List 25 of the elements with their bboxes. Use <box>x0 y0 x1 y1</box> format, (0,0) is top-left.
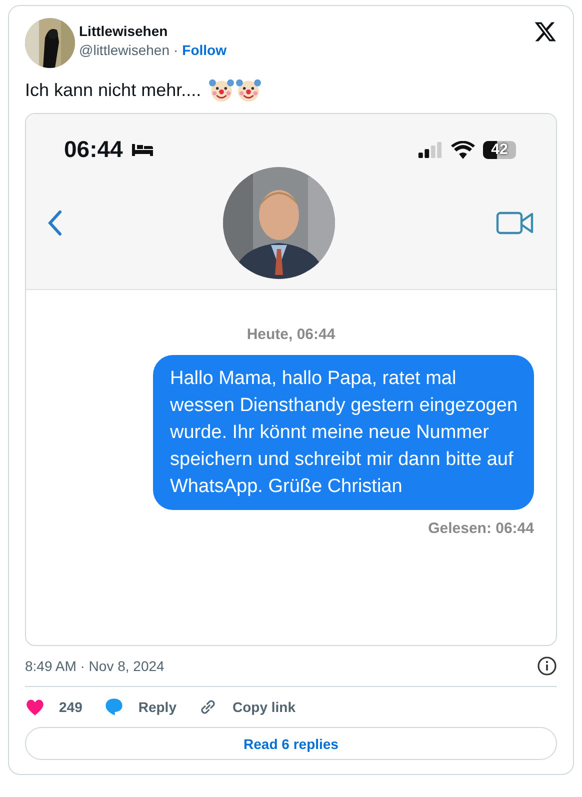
status-time: 06:44 <box>64 136 123 163</box>
read-replies-button[interactable]: Read 6 replies <box>25 727 557 760</box>
author-handle[interactable]: @littlewisehen <box>79 42 170 58</box>
message-date: Heute, 06:44 <box>246 326 336 343</box>
x-logo-icon[interactable] <box>534 20 557 43</box>
tweet-text: Ich kann nicht mehr.... <box>25 80 202 101</box>
wifi-icon <box>451 140 475 158</box>
clown-face-icon <box>209 78 234 103</box>
like-label[interactable]: 249 <box>59 699 82 715</box>
separator: · <box>173 42 178 58</box>
heart-icon[interactable] <box>25 697 45 717</box>
reply-label[interactable]: Reply <box>138 699 176 715</box>
signal-icon <box>417 142 443 158</box>
message-bubble: Hallo Mama, hallo Papa, ratet mal wessen Diensthandy gestern eingezogen wurde. Ihr könnt meine neue Nummer speichern und schreibt mir dann bitte auf WhatsApp. Grüße Christian <box>153 355 534 510</box>
tweet-timestamp[interactable]: 8:49 AM · Nov 8, 2024 <box>25 658 164 674</box>
author-name[interactable]: Littlewisehen <box>79 23 226 39</box>
video-call-icon[interactable] <box>496 211 534 235</box>
speech-bubble-icon[interactable] <box>104 697 124 717</box>
link-label[interactable]: Copy link <box>232 699 296 715</box>
back-icon[interactable] <box>48 210 62 236</box>
info-icon[interactable] <box>537 656 557 676</box>
follow-link[interactable]: Follow <box>182 42 226 58</box>
read-receipt: Gelesen: 06:44 <box>428 520 534 537</box>
clown-face-icon <box>236 78 262 103</box>
bed-icon <box>130 142 155 156</box>
